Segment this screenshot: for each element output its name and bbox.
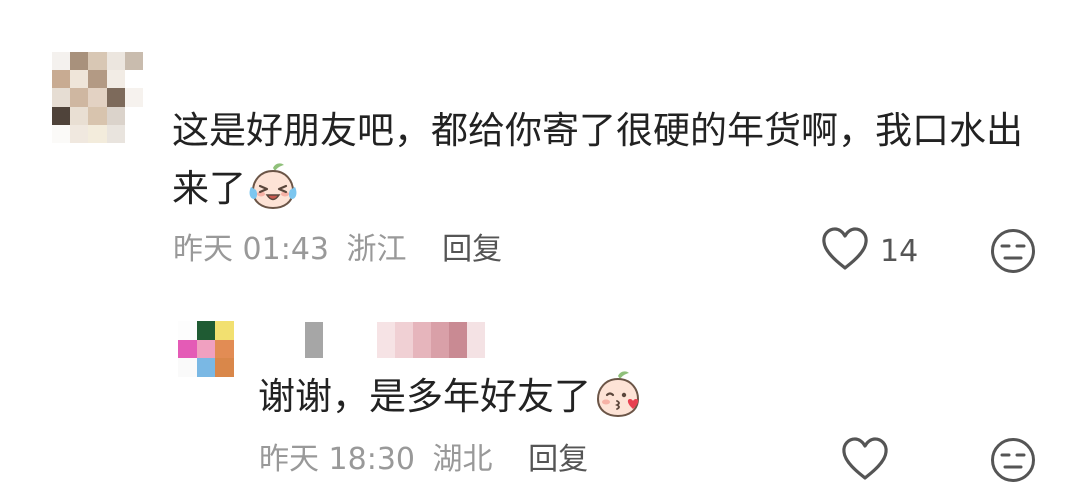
expressionless-face-icon[interactable] <box>990 437 1036 487</box>
reply-meta: 昨天 18:30 湖北 回复 <box>259 440 588 480</box>
like-count: 14 <box>880 234 919 269</box>
commenter-avatar[interactable] <box>52 52 143 143</box>
crying-laughing-emoji <box>248 161 298 228</box>
expressionless-face-icon[interactable] <box>990 228 1036 278</box>
comment-meta: 昨天 01:43 浙江 回复 <box>173 230 502 270</box>
replier-name[interactable] <box>305 322 485 358</box>
comment-time: 昨天 01:43 <box>173 232 329 267</box>
reply-location: 湖北 <box>432 442 493 477</box>
heart-outline-icon[interactable] <box>840 436 890 486</box>
comment-location: 浙江 <box>346 232 407 267</box>
comment-text: 这是好朋友吧，都给你寄了很硬的年货啊，我口水出来了 <box>172 109 1023 210</box>
kissing-peach-emoji <box>593 369 643 436</box>
reply-button[interactable]: 回复 <box>528 440 588 480</box>
reply-text: 谢谢，是多年好友了 <box>258 375 591 418</box>
reply-body: 谢谢，是多年好友了 <box>258 368 858 436</box>
comment-thread: 这是好朋友吧，都给你寄了很硬的年货啊，我口水出来了 昨天 01:43 浙江 回复… <box>0 0 1080 499</box>
reply-button[interactable]: 回复 <box>442 230 502 270</box>
heart-outline-icon[interactable] <box>820 226 870 276</box>
replier-avatar[interactable] <box>178 321 234 377</box>
comment-body: 这是好朋友吧，都给你寄了很硬的年货啊，我口水出来了 <box>172 102 1042 228</box>
reply-time: 昨天 18:30 <box>259 442 415 477</box>
